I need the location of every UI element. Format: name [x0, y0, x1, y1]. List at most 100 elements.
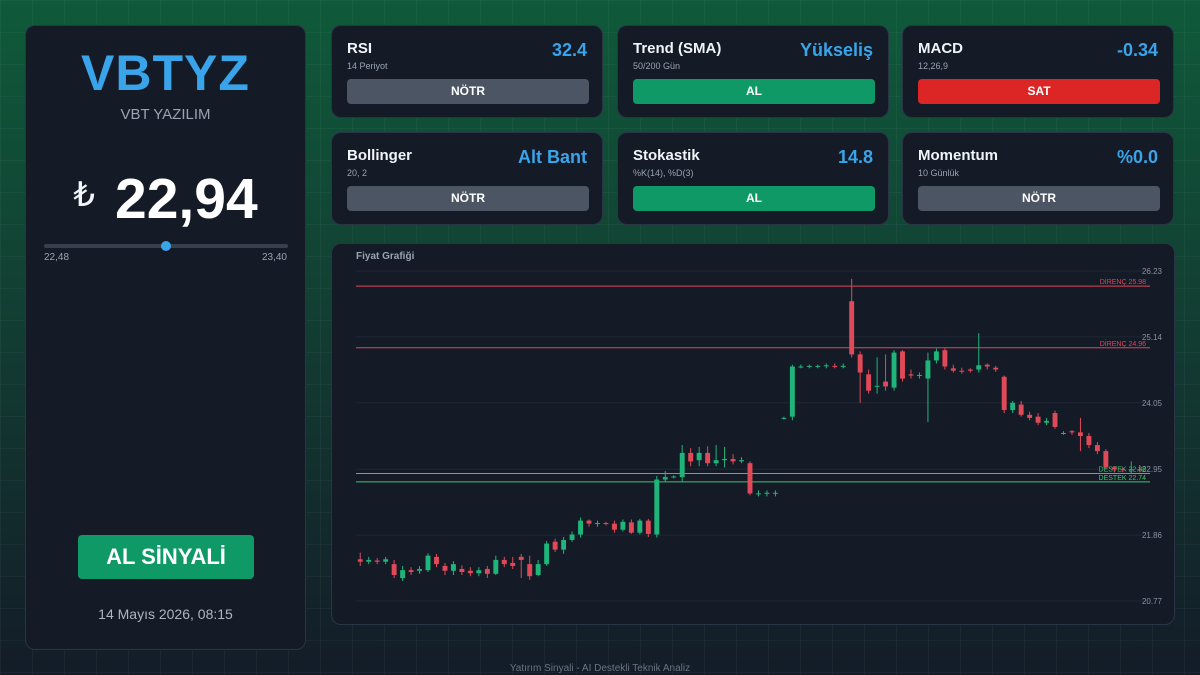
candle-body [450, 564, 456, 571]
company-name: VBT YAZILIM [120, 106, 211, 123]
signal-badge: AL [633, 186, 875, 211]
candle-body [1010, 402, 1016, 411]
candle-body [671, 476, 677, 478]
candle-body [544, 543, 550, 565]
range-position-marker [161, 241, 171, 251]
candle-body [984, 364, 990, 367]
candle-body [696, 452, 702, 461]
timestamp: 14 Mayıs 2026, 08:15 [98, 606, 233, 622]
candle-body [840, 365, 846, 367]
indicator-title: Stokastik [633, 147, 700, 164]
candle-body [679, 452, 685, 478]
candle-body [891, 352, 897, 388]
candle-body [578, 520, 583, 535]
candle-body [1044, 420, 1050, 423]
candle-body [917, 374, 922, 376]
indicator-subtitle: 10 Günlük [918, 168, 960, 178]
candle-body [849, 301, 855, 355]
candle-body [637, 520, 643, 533]
candle-body [1111, 467, 1117, 470]
ticker-symbol: VBTYZ [81, 45, 250, 101]
candle-body [569, 534, 575, 540]
candle-body [662, 477, 668, 480]
candle-body [959, 370, 965, 372]
candle-body [611, 523, 617, 530]
candle-body [764, 492, 770, 494]
resistance-label: DİRENÇ 24.96 [1100, 339, 1146, 348]
indicator-card-momentum: Momentum 10 Günlük %0.0 NÖTR [902, 132, 1174, 225]
candle-body [586, 520, 592, 524]
candle-body [408, 570, 414, 572]
candle-body [781, 417, 787, 419]
signal-badge: SAT [918, 79, 1160, 104]
candle-body [933, 351, 939, 361]
candle-body [459, 568, 465, 572]
candle-body [1052, 413, 1058, 427]
range-high: 23,40 [261, 252, 287, 263]
candle-body [739, 460, 744, 462]
candle-body [417, 568, 423, 571]
candle-body [645, 520, 651, 534]
indicator-value: -0.34 [1116, 40, 1158, 60]
stock-summary-panel: VBTYZ VBT YAZILIM ₺ 22,94 22,48 23,40 AL … [25, 25, 306, 650]
candle-body [874, 385, 880, 387]
candle-body [501, 559, 507, 565]
price-display: ₺ 22,94 [26, 166, 305, 232]
candle-body [1137, 469, 1143, 471]
candle-body [510, 562, 516, 566]
indicator-title: Momentum [918, 147, 998, 164]
candle-body [374, 560, 380, 562]
candle-body [942, 350, 948, 367]
indicator-title: MACD [918, 40, 963, 57]
buy-signal-button[interactable]: AL SİNYALİ [78, 535, 254, 579]
resistance-label: DİRENÇ 25.98 [1100, 277, 1146, 286]
indicator-value: Yükseliş [799, 40, 873, 60]
candle-body [730, 458, 736, 462]
candle-body [1069, 431, 1075, 433]
candle-body [493, 559, 499, 574]
candle-body [1035, 416, 1041, 423]
indicator-card-bollinger: Bollinger 20, 2 Alt Bant NÖTR [331, 132, 603, 225]
y-tick-label: 24.05 [1142, 399, 1163, 408]
candle-body [950, 368, 956, 371]
indicator-subtitle: 12,26,9 [918, 61, 949, 71]
candle-body [705, 452, 711, 464]
lira-icon: ₺ [73, 176, 95, 214]
y-tick-label: 21.86 [1142, 531, 1163, 540]
candle-body [366, 559, 372, 562]
candle-body [1086, 436, 1092, 446]
candle-body [1103, 451, 1109, 468]
candle-body [900, 351, 905, 379]
candle-body [1061, 432, 1066, 434]
candle-body [1120, 469, 1126, 471]
candle-body [993, 367, 999, 370]
indicator-value: Alt Bant [518, 147, 587, 167]
candle-body [823, 365, 829, 367]
indicator-subtitle: 14 Periyot [347, 61, 388, 71]
candle-body [400, 570, 406, 579]
candle-body [383, 559, 389, 562]
candle-body [806, 365, 812, 367]
candle-body [908, 374, 914, 376]
indicator-value: 32.4 [551, 40, 587, 60]
candle-body [883, 381, 889, 387]
y-tick-label: 20.77 [1142, 597, 1163, 606]
signal-badge: NÖTR [347, 79, 589, 104]
candle-body [925, 360, 931, 379]
candle-body [1094, 445, 1100, 452]
candle-body [628, 522, 634, 533]
candle-body [1128, 469, 1134, 471]
candle-body [1077, 432, 1083, 436]
indicator-value: %0.0 [1116, 147, 1158, 167]
candle-body [857, 354, 863, 373]
current-price: 22,94 [115, 167, 258, 231]
indicator-card-macd: MACD 12,26,9 -0.34 SAT [902, 25, 1174, 118]
candle-body [713, 460, 719, 464]
candle-body [595, 523, 600, 525]
indicator-card-stochastic: Stokastik %K(14), %D(3) 14.8 AL [617, 132, 889, 225]
candle-body [518, 556, 524, 560]
candle-body [1018, 404, 1024, 415]
price-chart-panel: Fiyat Grafiği 26.23 25.14 24.05 22.95 21.86 2… [331, 243, 1175, 625]
candle-body [561, 539, 567, 550]
indicator-title: Bollinger [347, 147, 413, 164]
